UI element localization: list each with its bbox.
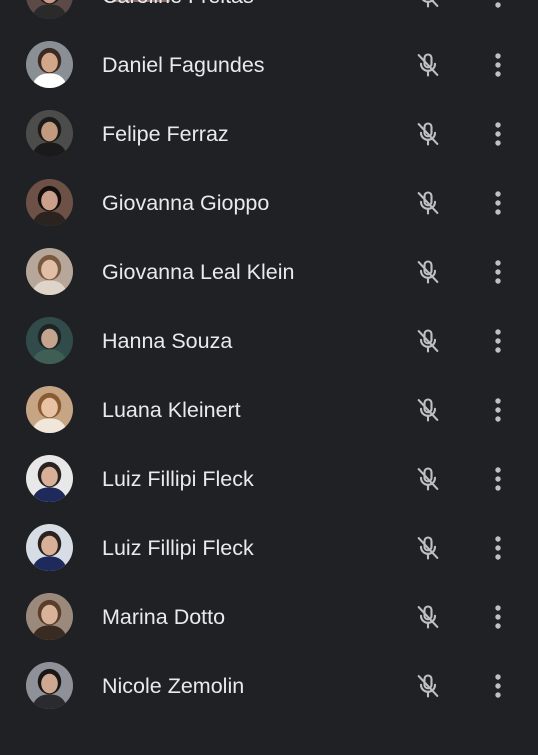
- more-options-button[interactable]: [484, 394, 512, 426]
- microphone-off-icon: [414, 465, 442, 493]
- microphone-off-icon: [414, 603, 442, 631]
- avatar: [26, 317, 73, 364]
- microphone-off-icon: [414, 189, 442, 217]
- more-vertical-icon: [495, 2, 501, 8]
- more-vertical-icon: [495, 605, 501, 629]
- avatar-photo: [26, 593, 73, 640]
- avatar: [26, 110, 73, 157]
- participant-name: Felipe Ferraz: [102, 122, 229, 146]
- more-options-button[interactable]: [484, 118, 512, 150]
- avatar-photo: [26, 179, 73, 226]
- avatar-photo: [26, 386, 73, 433]
- microphone-off-icon: [414, 327, 442, 355]
- avatar: [26, 41, 73, 88]
- participant-row[interactable]: Luiz Fillipi Fleck: [0, 444, 538, 513]
- participant-name: Luiz Fillipi Fleck: [102, 467, 254, 491]
- more-options-button[interactable]: [484, 532, 512, 564]
- participant-name: Caroline Freitas: [102, 0, 254, 8]
- participant-row[interactable]: Caroline Freitas: [0, 0, 538, 30]
- microphone-off-icon: [414, 534, 442, 562]
- participant-row[interactable]: Felipe Ferraz: [0, 99, 538, 168]
- avatar: [26, 524, 73, 571]
- more-vertical-icon: [495, 536, 501, 560]
- more-options-button[interactable]: [484, 325, 512, 357]
- participant-name: Giovanna Leal Klein: [102, 260, 295, 284]
- more-options-button[interactable]: [484, 0, 512, 12]
- avatar-photo: [26, 41, 73, 88]
- avatar: [26, 593, 73, 640]
- microphone-off-icon: [414, 120, 442, 148]
- more-options-button[interactable]: [484, 187, 512, 219]
- participant-name: Giovanna Gioppo: [102, 191, 270, 215]
- avatar-photo: [26, 248, 73, 295]
- avatar-photo: [26, 110, 73, 157]
- avatar-photo: [26, 317, 73, 364]
- participant-row[interactable]: Luiz Fillipi Fleck: [0, 513, 538, 582]
- avatar-photo: [26, 0, 73, 19]
- more-vertical-icon: [495, 191, 501, 215]
- participant-name: Hanna Souza: [102, 329, 233, 353]
- participant-name: Daniel Fagundes: [102, 53, 265, 77]
- more-vertical-icon: [495, 398, 501, 422]
- participant-row[interactable]: Hanna Souza: [0, 306, 538, 375]
- avatar-photo: [26, 455, 73, 502]
- participant-row[interactable]: Giovanna Gioppo: [0, 168, 538, 237]
- microphone-off-icon: [414, 396, 442, 424]
- avatar: [26, 455, 73, 502]
- avatar-photo: [26, 524, 73, 571]
- avatar: [26, 248, 73, 295]
- more-options-button[interactable]: [484, 463, 512, 495]
- avatar: [26, 0, 73, 19]
- microphone-off-icon: [414, 0, 442, 10]
- more-vertical-icon: [495, 260, 501, 284]
- more-options-button[interactable]: [484, 49, 512, 81]
- more-options-button[interactable]: [484, 670, 512, 702]
- microphone-off-icon: [414, 51, 442, 79]
- participant-list: Caroline Freitas Danie: [0, 0, 538, 720]
- more-vertical-icon: [495, 329, 501, 353]
- avatar: [26, 662, 73, 709]
- participant-name: Nicole Zemolin: [102, 674, 245, 698]
- avatar: [26, 179, 73, 226]
- more-vertical-icon: [495, 53, 501, 77]
- microphone-off-icon: [414, 258, 442, 286]
- more-vertical-icon: [495, 674, 501, 698]
- participant-row[interactable]: Luana Kleinert: [0, 375, 538, 444]
- participant-row[interactable]: Nicole Zemolin: [0, 651, 538, 720]
- participant-name: Luiz Fillipi Fleck: [102, 536, 254, 560]
- microphone-off-icon: [414, 672, 442, 700]
- participant-name: Marina Dotto: [102, 605, 226, 629]
- more-options-button[interactable]: [484, 256, 512, 288]
- participant-row[interactable]: Daniel Fagundes: [0, 30, 538, 99]
- participant-name: Luana Kleinert: [102, 398, 241, 422]
- participant-row[interactable]: Marina Dotto: [0, 582, 538, 651]
- avatar-photo: [26, 662, 73, 709]
- more-options-button[interactable]: [484, 601, 512, 633]
- more-vertical-icon: [495, 467, 501, 491]
- avatar: [26, 386, 73, 433]
- more-vertical-icon: [495, 122, 501, 146]
- participant-row[interactable]: Giovanna Leal Klein: [0, 237, 538, 306]
